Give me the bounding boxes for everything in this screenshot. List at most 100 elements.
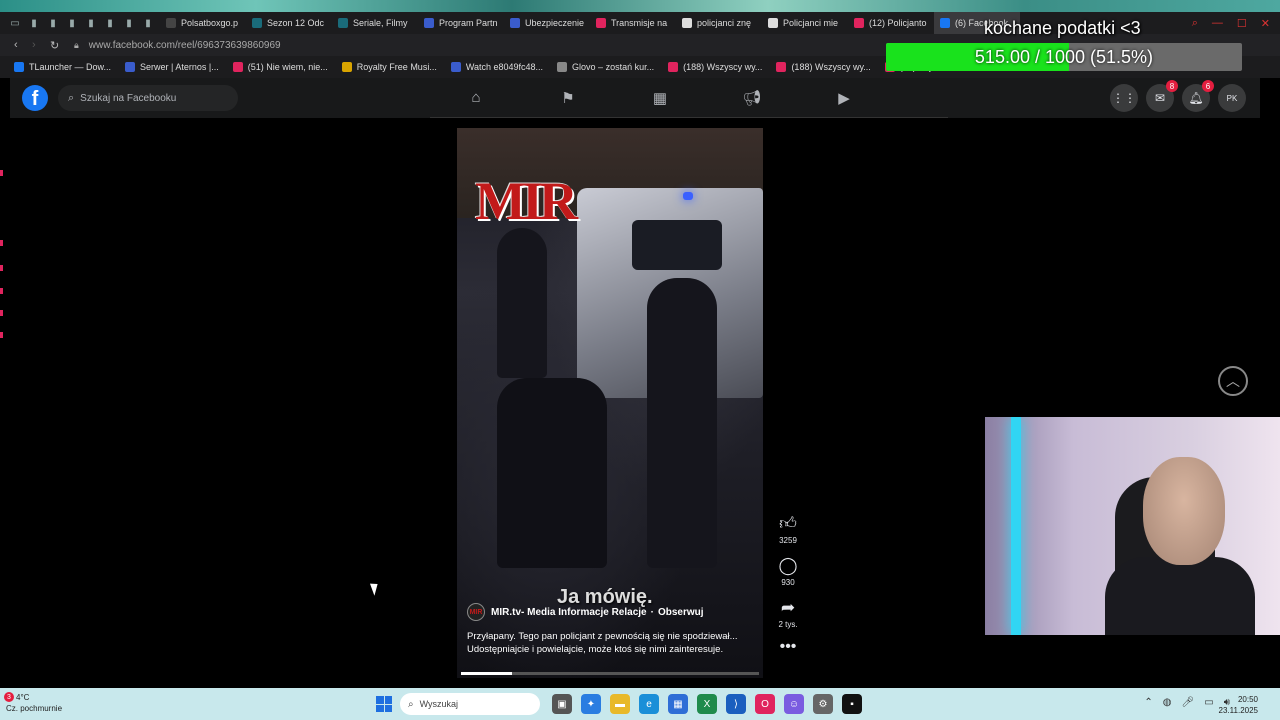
bookmark-item[interactable]: (188) Wszyscy wy... [776, 62, 871, 72]
side-marker [0, 170, 3, 176]
webcam-person-body [1105, 557, 1255, 635]
tab-label: Policjanci mie [783, 18, 839, 28]
side-marker [0, 332, 3, 338]
reload-icon[interactable]: ↻ [50, 39, 68, 52]
reel-progress-bar[interactable] [461, 672, 759, 675]
workspace-icon[interactable]: ▭ [8, 16, 22, 30]
tab-pinned-2[interactable]: ▮ [46, 16, 60, 30]
bookmark-item[interactable]: (188) Wszyscy wy... [668, 62, 762, 72]
bookmark-item[interactable]: (51) Nie wiem, nie... [232, 62, 328, 72]
facebook-logo[interactable]: f [22, 85, 48, 111]
bookmark-item[interactable]: Glovo – zostań kur... [557, 62, 654, 72]
app-icon[interactable]: ▪ [842, 694, 862, 714]
more-options-icon[interactable]: ••• [780, 638, 797, 656]
tab-favicon-icon [338, 18, 348, 28]
comment-button[interactable]: ◯ 930 [778, 556, 797, 587]
like-count: 3259 [779, 536, 797, 545]
edge-icon[interactable]: e [639, 694, 659, 714]
like-button[interactable]: 👍︎ 3259 [779, 514, 797, 545]
profile-avatar[interactable]: PK [1218, 84, 1246, 112]
author-name[interactable]: MIR.tv- Media Informacje Relacje [491, 607, 647, 618]
close-window-icon[interactable]: ✕ [1261, 17, 1270, 30]
microphone-icon[interactable]: 🎤︎ [1182, 697, 1195, 708]
notifications-bell-icon[interactable]: 🔔︎ 6 [1182, 80, 1214, 112]
messenger-icon[interactable]: ✉ 8 [1146, 80, 1178, 112]
home-icon[interactable]: ⌂ [430, 78, 522, 117]
menu-grid-icon[interactable]: ⋮⋮ [1110, 84, 1138, 112]
browser-tab[interactable]: Program Partn [418, 12, 504, 34]
donation-progress-text: 515.00 / 1000 (51.5%) [974, 46, 1154, 67]
tray-app-icon[interactable]: ◍ [1163, 697, 1172, 708]
author-avatar[interactable]: MIR [467, 603, 485, 621]
task-view-icon[interactable]: ▣ [552, 694, 572, 714]
url-field[interactable]: www.facebook.com/reel/696373639860969 [89, 40, 281, 51]
separator-dot: · [650, 606, 654, 618]
donation-progress-bar: 515.00 / 1000 (51.5%) [886, 43, 1242, 71]
tab-pinned-3[interactable]: ▮ [65, 16, 79, 30]
browser-tab[interactable]: Sezon 12 Odc [246, 12, 332, 34]
comment-count: 930 [781, 578, 795, 587]
messenger-badge: 8 [1166, 80, 1178, 92]
browser-tab[interactable]: (12) Policjanto [848, 12, 934, 34]
store-icon[interactable]: ▦ [668, 694, 688, 714]
bookmark-item[interactable]: Royalty Free Musi... [341, 62, 437, 72]
marketplace-icon[interactable]: ▦ [614, 78, 706, 117]
taskbar-search-input[interactable]: ⌕ Wyszukaj [400, 693, 540, 715]
donation-goal-title: kochane podatki <3 [984, 18, 1141, 38]
bookmark-favicon-icon [341, 62, 352, 72]
tab-favicon-icon [854, 18, 864, 28]
start-button-windows-icon[interactable] [376, 696, 392, 712]
copilot-icon[interactable]: ✦ [581, 694, 601, 714]
video-icon[interactable]: ▶ [798, 78, 890, 117]
chevron-up-icon[interactable]: ⌃ [1144, 697, 1152, 708]
facebook-header: f ⌕ Szukaj na Facebooku ⌂ ⚑ ▦ 📢︎ ▶ ⋮⋮ ✉ … [10, 78, 1260, 118]
tab-pinned-4[interactable]: ▮ [84, 16, 98, 30]
opera-icon[interactable]: O [755, 694, 775, 714]
tab-pinned-7[interactable]: ▮ [141, 16, 155, 30]
display-icon[interactable]: ▭ [1204, 697, 1213, 708]
facebook-header-actions: ⋮⋮ ✉ 8 🔔︎ 6 PK [1110, 80, 1246, 112]
reel-description-line: Udostępniajcie i powielajcie, może ktoś … [467, 644, 724, 655]
browser-tab[interactable]: policjanci znę [676, 12, 762, 34]
reel-progress-fill [461, 672, 512, 675]
tab-pinned-5[interactable]: ▮ [103, 16, 117, 30]
discord-icon[interactable]: ☺ [784, 694, 804, 714]
bookmark-item[interactable]: Serwer | Aternos |... [125, 62, 219, 72]
browser-tab[interactable]: Seriale, Filmy [332, 12, 418, 34]
thumbs-up-icon: 👍︎ [779, 514, 797, 533]
bookmark-item[interactable]: TLauncher — Dow... [14, 62, 111, 72]
video-person [497, 378, 607, 568]
video-siren-light [683, 192, 693, 200]
maximize-icon[interactable]: ☐ [1237, 17, 1247, 30]
flag-icon[interactable]: ⚑ [522, 78, 614, 117]
weather-badge: 3 [4, 692, 14, 702]
tab-pinned-1[interactable]: ▮ [27, 16, 41, 30]
bookmark-item[interactable]: Watch e8049fc48... [450, 62, 543, 72]
browser-tab[interactable]: Policjanci mie [762, 12, 848, 34]
facebook-search-input[interactable]: ⌕ Szukaj na Facebooku [58, 85, 238, 111]
browser-tab[interactable]: Polsatboxgo.p [160, 12, 246, 34]
taskbar-clock[interactable]: 20:50 23.11.2025 [1219, 694, 1258, 716]
browser-tab[interactable]: Ubezpieczenie [504, 12, 590, 34]
tab-label: Transmisje na [611, 18, 668, 28]
browser-tab[interactable]: Transmisje na [590, 12, 676, 34]
back-icon[interactable]: ‹ [14, 39, 32, 51]
vscode-icon[interactable]: ⟩ [726, 694, 746, 714]
reel-video-player[interactable]: MIR Ja mówię. MIR MIR.tv- Media Informac… [457, 128, 763, 678]
search-tabs-icon[interactable]: ⌕ [1192, 17, 1198, 30]
bookmark-label: Serwer | Aternos |... [140, 62, 219, 72]
search-icon: ⌕ [68, 91, 75, 104]
settings-gear-icon[interactable]: ⚙ [813, 694, 833, 714]
weather-widget[interactable]: 3 4°C Cz. pochmurnie [4, 692, 62, 714]
previous-reel-button[interactable]: ︿ [1218, 366, 1248, 396]
forward-icon[interactable]: › [32, 39, 50, 51]
tab-favicon-icon [424, 18, 434, 28]
share-button[interactable]: ➦ 2 tys. [778, 598, 797, 629]
follow-button[interactable]: Obserwuj [658, 607, 704, 618]
minimize-icon[interactable]: — [1212, 17, 1223, 30]
excel-icon[interactable]: X [697, 694, 717, 714]
tab-pinned-6[interactable]: ▮ [122, 16, 136, 30]
share-count: 2 tys. [778, 620, 798, 629]
file-explorer-icon[interactable]: ▬ [610, 694, 630, 714]
megaphone-icon[interactable]: 📢︎ [706, 78, 798, 117]
